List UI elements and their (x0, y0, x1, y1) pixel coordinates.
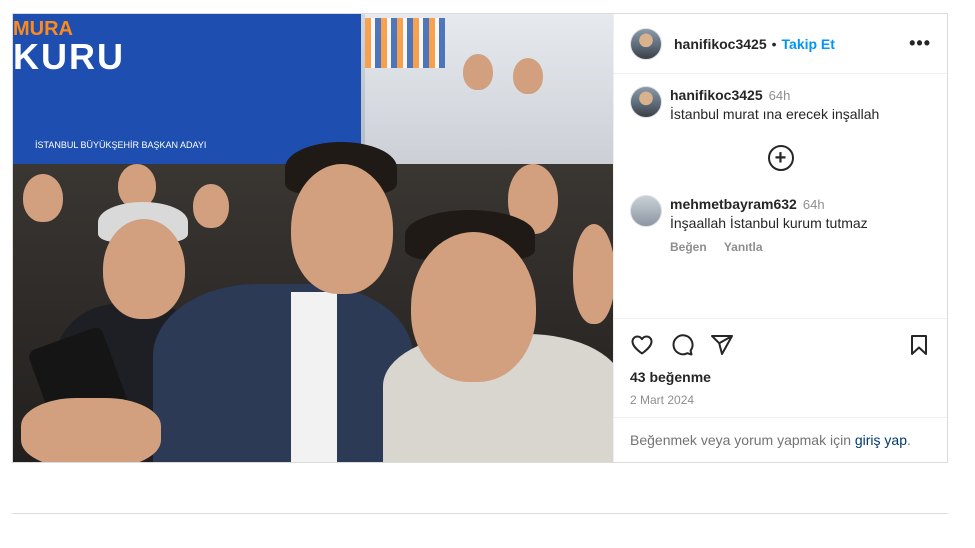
photo-person-shirt (291, 292, 337, 462)
photo-person (23, 174, 63, 222)
photo-person-face (411, 232, 536, 382)
likes-count[interactable]: 43 beğenme (630, 369, 931, 385)
photo-person (463, 54, 493, 90)
page-divider (12, 513, 948, 514)
photo-person-face (103, 219, 185, 319)
action-icons (630, 331, 931, 359)
comment-text: İstanbul murat ına erecek inşallah (670, 106, 880, 122)
post-date: 2 Mart 2024 (630, 393, 695, 407)
login-link[interactable]: giriş yap (855, 432, 907, 448)
login-prompt-end: . (907, 432, 911, 448)
photo-person-jacket (153, 284, 413, 462)
comment-body: mehmetbayram632 64h İnşaallah İstanbul ku… (670, 195, 868, 256)
post-actions: 43 beğenme 2 Mart 2024 (614, 318, 947, 417)
login-prompt-text: Beğenmek veya yorum yapmak için (630, 432, 855, 448)
banner-text-3: İSTANBUL BÜYÜKŞEHİR BAŞKAN ADAYI (35, 140, 207, 150)
comment-reply-button[interactable]: Yanıtla (724, 240, 763, 254)
comment-username[interactable]: hanifikoc3425 (670, 87, 763, 103)
comment-username[interactable]: mehmetbayram632 (670, 196, 797, 212)
login-prompt: Beğenmek veya yorum yapmak için giriş ya… (614, 417, 947, 462)
comment-item: mehmetbayram632 64h İnşaallah İstanbul ku… (630, 195, 931, 256)
photo-hand (21, 398, 161, 462)
avatar[interactable] (630, 86, 662, 118)
comment-text: İnşaallah İstanbul kurum tutmaz (670, 215, 868, 231)
comment-actions: Beğen Yanıtla (670, 238, 868, 256)
separator-dot: • (771, 35, 777, 52)
comment-time: 64h (768, 88, 791, 103)
avatar[interactable] (630, 195, 662, 227)
load-more-comments-icon[interactable]: + (767, 145, 794, 171)
comment-icon[interactable] (670, 333, 694, 357)
author-username[interactable]: hanifikoc3425 (674, 36, 767, 52)
photo-person (193, 184, 229, 228)
comment-time: 64h (802, 197, 825, 212)
photo-person-face (291, 164, 393, 294)
share-icon[interactable] (710, 333, 734, 357)
bookmark-icon[interactable] (907, 333, 931, 357)
more-options-icon[interactable]: ••• (909, 33, 931, 54)
follow-button[interactable]: Takip Et (782, 36, 835, 52)
banner-text-2: KURU (13, 36, 125, 77)
instagram-post: MURA KURU İSTANBUL BÜYÜKŞEHİR BAŞKAN ADA… (12, 13, 948, 463)
photo-person (573, 224, 613, 324)
photo-flags (365, 18, 445, 68)
comments-section: hanifikoc3425 64h İstanbul murat ına erec… (614, 74, 947, 318)
post-sidebar: hanifikoc3425 • Takip Et ••• hanifikoc34… (613, 14, 947, 462)
post-photo[interactable]: MURA KURU İSTANBUL BÜYÜKŞEHİR BAŞKAN ADA… (13, 14, 613, 462)
avatar[interactable] (630, 27, 662, 60)
comment-body: hanifikoc3425 64h İstanbul murat ına erec… (670, 86, 879, 123)
photo-person (513, 58, 543, 94)
post-header: hanifikoc3425 • Takip Et ••• (614, 14, 947, 74)
heart-icon[interactable] (630, 333, 654, 357)
comment-item: hanifikoc3425 64h İstanbul murat ına erec… (630, 86, 931, 123)
load-more-comments: + (630, 145, 931, 171)
comment-like-button[interactable]: Beğen (670, 240, 707, 254)
